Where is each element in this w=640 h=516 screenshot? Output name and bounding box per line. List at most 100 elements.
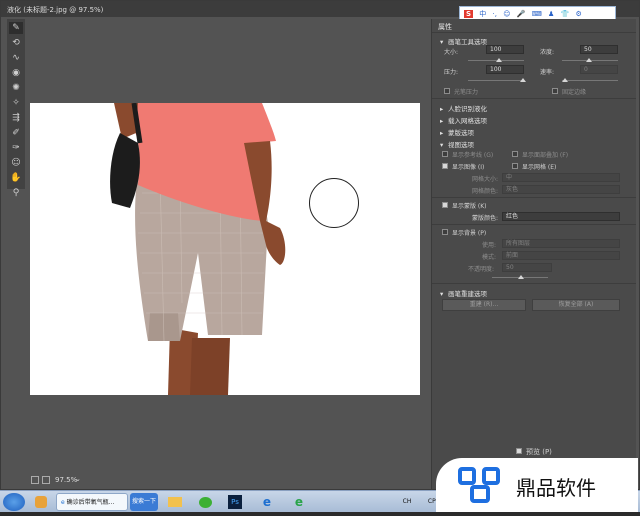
reconstruct-tool-icon[interactable]: ⟲ [9,37,23,49]
ime-mode[interactable]: 中 [479,10,486,18]
use-select[interactable]: 所有图层 [502,239,620,248]
brush-reconstruct-header[interactable]: ▾ 画笔重建选项 [432,285,636,298]
rate-slider-knob[interactable] [562,78,568,82]
mesh-color-select[interactable]: 灰色 [502,185,620,194]
stylus-pressure-checkbox[interactable] [444,88,450,94]
thaw-mask-tool-icon[interactable]: ✑ [9,142,23,154]
rate-label: 速率: [540,69,555,76]
ime-tools-icon[interactable]: ♟ [548,10,554,18]
folder-icon[interactable] [164,493,186,511]
mask-color-select[interactable]: 红色 [502,212,620,221]
pressure-input[interactable]: 100 [486,65,524,74]
mesh-size-select[interactable]: 中 [502,173,620,182]
face-tool-icon[interactable]: ☺ [9,157,23,169]
opacity-slider-knob[interactable] [518,275,524,279]
mode-label: 模式: [482,254,497,261]
push-left-tool-icon[interactable]: ⇶ [9,112,23,124]
smooth-tool-icon[interactable]: ∿ [9,52,23,64]
zoom-out-button[interactable] [31,476,39,484]
restore-all-button[interactable]: 恢复全部 (A) [532,299,620,311]
liquify-toolbar: ✎ ⟲ ∿ ◉ ✺ ✧ ⇶ ✐ ✑ ☺ ✋ ⚲ [7,19,25,198]
sogou-icon[interactable]: S [464,10,474,18]
pressure-rate-row: 压力: 100 速率: 0 [432,65,636,77]
size-input[interactable]: 100 [486,45,524,54]
zoom-tool-icon[interactable]: ⚲ [9,187,23,199]
show-face-overlay-checkbox[interactable] [512,151,518,157]
preview-checkbox[interactable] [516,448,522,454]
ime-keyboard-icon[interactable]: ⌨ [532,10,542,18]
twirl-tool-icon[interactable]: ◉ [9,67,23,79]
size-label: 大小: [444,49,459,56]
photoshop-icon[interactable]: Ps [224,493,246,511]
brush-cursor [309,178,359,228]
opacity-input[interactable]: 50 [502,263,552,272]
opacity-slider[interactable] [492,275,548,279]
pressure-slider-knob[interactable] [520,78,526,82]
ime-punct-icon[interactable]: ·, [493,10,497,18]
density-input[interactable]: 50 [580,45,618,54]
ime-skin-icon[interactable]: 👕 [561,10,570,18]
stylus-pin-row: 光笔压力 固定边缘 [432,85,636,97]
collapse-arrow-icon: ▸ [440,117,444,125]
ie-browser-icon[interactable]: e [256,493,278,511]
density-slider-knob[interactable] [586,58,592,62]
show-face-overlay-label: 显示面部叠加 (F) [522,152,569,159]
face-aware-header[interactable]: ▸ 人脸识别液化 [432,100,636,113]
hand-tool-icon[interactable]: ✋ [9,172,23,184]
pin-edges-label: 固定边缘 [562,89,587,96]
rate-slider[interactable] [562,78,618,82]
size-slider[interactable] [468,58,524,62]
show-mesh-checkbox[interactable] [512,163,518,169]
taskbar-search-task[interactable]: 搜索一下 [130,493,158,511]
image-canvas[interactable] [30,103,420,395]
show-mesh-label: 显示网格 (E) [522,164,557,171]
brush-tool-options-header[interactable]: ▾ 画笔工具选项 [432,33,636,46]
show-backdrop-checkbox[interactable] [442,229,448,235]
view-options-header[interactable]: ▾ 视图选项 [432,136,636,149]
show-image-label: 显示图像 (I) [452,164,485,171]
show-mask-checkbox[interactable] [442,202,448,208]
pressure-slider[interactable] [468,78,526,82]
freeze-mask-tool-icon[interactable]: ✐ [9,127,23,139]
tray-language[interactable]: CH [400,493,414,511]
reconstruct-buttons-row: 重建 (R)... 恢复全部 (A) [432,297,636,313]
start-button[interactable] [3,493,25,511]
show-image-checkbox[interactable] [442,163,448,169]
forward-warp-tool-icon[interactable]: ✎ [9,22,23,34]
bloat-tool-icon[interactable]: ✧ [9,97,23,109]
opacity-row: 不透明度: 50 [432,262,636,274]
pucker-tool-icon[interactable]: ✺ [9,82,23,94]
load-mesh-header[interactable]: ▸ 载入网格选项 [432,112,636,125]
show-backdrop-label: 显示背景 (P) [452,230,487,237]
zoom-level[interactable]: 97.5% [55,476,77,484]
watermark-badge: 鼎品软件 [436,458,638,512]
rate-input[interactable]: 0 [580,65,618,74]
mask-options-header[interactable]: ▸ 蒙版选项 [432,124,636,137]
size-slider-knob[interactable] [496,58,502,62]
zoom-in-button[interactable] [42,476,50,484]
taskbar-browser-task[interactable]: e 确诊后带氧气瓶... [56,493,128,511]
show-backdrop-row: 显示背景 (P) [432,226,636,238]
mesh-color-row: 网格颜色: 灰色 [432,184,636,196]
ime-emoji-icon[interactable]: ☺ [503,10,510,18]
app-icon[interactable] [30,493,52,511]
pin-edges-checkbox[interactable] [552,88,558,94]
liquify-window: 液化 (未标题-2.jpg @ 97.5%) S 中 ·, ☺ 🎤 ⌨ ♟ 👕 … [0,0,640,490]
browser-green-icon[interactable]: e [288,493,310,511]
preview-label: 预览 (P) [526,448,552,456]
ime-voice-icon[interactable]: 🎤 [517,10,526,18]
reconstruct-button[interactable]: 重建 (R)... [442,299,526,311]
pressure-rate-sliders [432,77,636,85]
mode-select[interactable]: 前面 [502,251,620,260]
divider [432,197,636,198]
zoom-dropdown-icon[interactable]: ⌄ [75,475,81,483]
show-guides-checkbox[interactable] [442,151,448,157]
wechat-icon[interactable] [194,493,216,511]
canvas-area[interactable] [27,19,427,469]
ime-toolbar[interactable]: S 中 ·, ☺ 🎤 ⌨ ♟ 👕 ⚙ [459,6,616,20]
collapse-arrow-icon: ▸ [440,129,444,137]
density-slider[interactable] [562,58,618,62]
mask-color-label: 蒙版颜色: [472,215,499,222]
mesh-size-label: 网格大小: [472,176,499,183]
ime-settings-icon[interactable]: ⚙ [576,10,582,18]
